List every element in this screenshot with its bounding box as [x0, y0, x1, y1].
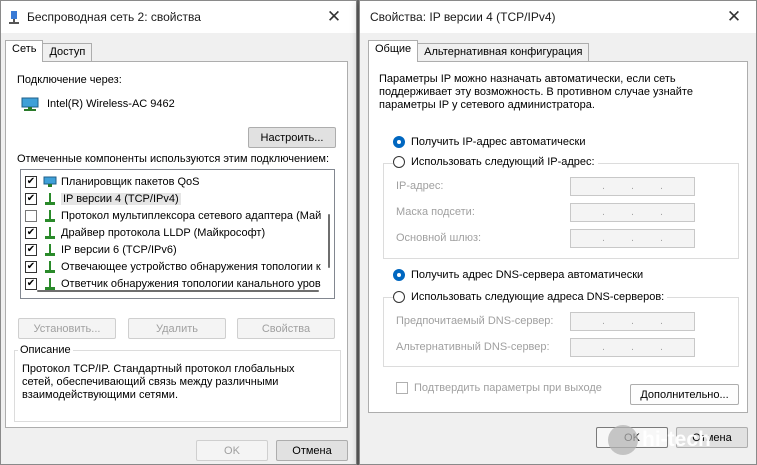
protocol-icon: [43, 226, 57, 239]
component-checkbox[interactable]: ✔: [25, 277, 37, 290]
list-item[interactable]: ✔ IP версии 6 (TCP/IPv6): [25, 241, 177, 258]
vertical-scrollbar[interactable]: [326, 174, 332, 278]
advanced-button[interactable]: Дополнительно...: [630, 384, 739, 405]
component-label: IP версии 6 (TCP/IPv6): [61, 243, 177, 256]
validate-checkbox[interactable]: Подтвердить параметры при выходе: [396, 382, 605, 394]
alternate-dns-label: Альтернативный DNS-сервер:: [396, 341, 550, 353]
ip-manual-label: Использовать следующий IP-адрес:: [411, 156, 595, 168]
vertical-scroll-thumb[interactable]: [328, 214, 330, 268]
intro-line-1: Параметры IP можно назначать автоматичес…: [379, 73, 676, 85]
general-tab-panel: Параметры IP можно назначать автоматичес…: [368, 61, 748, 413]
alternate-dns-field[interactable]: ...: [570, 338, 695, 357]
component-checkbox[interactable]: [25, 209, 37, 222]
horizontal-scroll-thumb[interactable]: [37, 290, 319, 292]
component-label: Протокол мультиплексора сетевого адаптер…: [61, 209, 322, 222]
right-cancel-button[interactable]: Отмена: [676, 427, 748, 448]
intro-line-2: поддерживает эту возможность. В противно…: [379, 86, 693, 98]
ip-address-field[interactable]: ...: [570, 177, 695, 196]
tab-general[interactable]: Общие: [368, 40, 419, 62]
left-window-title: Беспроводная сеть 2: свойства: [27, 10, 201, 24]
protocol-icon: [43, 277, 57, 290]
component-checkbox[interactable]: ✔: [25, 260, 37, 273]
ip-auto-label: Получить IP-адрес автоматически: [411, 136, 586, 148]
list-item[interactable]: Протокол мультиплексора сетевого адаптер…: [25, 207, 321, 224]
radio-selected-indicator: [393, 269, 405, 281]
component-label: Ответчик обнаружения топологии канальног…: [61, 277, 321, 290]
network-tab-panel: Подключение через: Intel(R) Wireless-AC …: [5, 61, 348, 428]
gateway-label: Основной шлюз:: [396, 232, 482, 244]
component-checkbox[interactable]: ✔: [25, 243, 37, 256]
configure-button[interactable]: Настроить...: [248, 127, 336, 148]
dns-manual-radio[interactable]: Использовать следующие адреса DNS-сервер…: [393, 291, 668, 303]
left-cancel-button[interactable]: Отмена: [276, 440, 348, 461]
connect-using-label: Подключение через:: [17, 74, 122, 86]
description-line-2: сетей, обеспечивающий связь между различ…: [22, 376, 279, 388]
right-close-button[interactable]: ✕: [722, 5, 746, 29]
preferred-dns-field[interactable]: ...: [570, 312, 695, 331]
ip-manual-radio[interactable]: Использовать следующий IP-адрес:: [393, 156, 598, 168]
list-item[interactable]: ✔ Драйвер протокола LLDP (Майкрософт): [25, 224, 265, 241]
protocol-icon: [43, 192, 57, 205]
wifi-adapter-icon: [7, 10, 21, 24]
left-titlebar: Беспроводная сеть 2: свойства ✕: [1, 1, 356, 33]
components-list[interactable]: ✔ Планировщик пакетов QoS ✔ IP версии 4 …: [20, 169, 335, 299]
protocol-icon: [43, 209, 57, 222]
protocol-icon: [43, 260, 57, 273]
intro-line-3: параметры IP у сетевого администратора.: [379, 99, 595, 111]
radio-unselected-indicator: [393, 156, 405, 168]
network-adapter-icon: [21, 97, 39, 111]
component-label: Планировщик пакетов QoS: [61, 175, 200, 188]
dns-auto-radio[interactable]: Получить адрес DNS-сервера автоматически: [393, 269, 647, 281]
left-tabs: Сеть Доступ: [5, 40, 93, 62]
left-ok-button[interactable]: OK: [196, 440, 268, 461]
subnet-mask-field[interactable]: ...: [570, 203, 695, 222]
description-line-3: взаимодействующими сетями.: [22, 389, 179, 401]
ip-address-label: IP-адрес:: [396, 180, 444, 192]
ip-auto-radio[interactable]: Получить IP-адрес автоматически: [393, 136, 589, 148]
right-window-title: Свойства: IP версии 4 (TCP/IPv4): [370, 10, 556, 24]
components-label: Отмеченные компоненты используются этим …: [17, 153, 330, 165]
right-ok-button[interactable]: OK: [596, 427, 668, 448]
adapter-properties-window: Беспроводная сеть 2: свойства ✕ Сеть Дос…: [0, 0, 357, 465]
description-line-1: Протокол TCP/IP. Стандартный протокол гл…: [22, 363, 295, 375]
adapter-name: Intel(R) Wireless-AC 9462: [47, 98, 175, 110]
gateway-field[interactable]: ...: [570, 229, 695, 248]
install-button[interactable]: Установить...: [18, 318, 116, 339]
left-close-button[interactable]: ✕: [322, 5, 346, 29]
component-checkbox[interactable]: ✔: [25, 226, 37, 239]
list-item[interactable]: ✔ Планировщик пакетов QoS: [25, 173, 200, 190]
radio-unselected-indicator: [393, 291, 405, 303]
tab-network[interactable]: Сеть: [5, 40, 44, 62]
properties-button[interactable]: Свойства: [237, 318, 335, 339]
list-item[interactable]: ✔ Отвечающее устройство обнаружения топо…: [25, 258, 321, 275]
component-label: Отвечающее устройство обнаружения тополо…: [61, 260, 321, 273]
right-titlebar: Свойства: IP версии 4 (TCP/IPv4) ✕: [360, 1, 756, 33]
radio-selected-indicator: [393, 136, 405, 148]
dns-auto-label: Получить адрес DNS-сервера автоматически: [411, 269, 644, 281]
tab-sharing[interactable]: Доступ: [42, 43, 93, 62]
component-label: IP версии 4 (TCP/IPv4): [61, 192, 181, 205]
component-checkbox[interactable]: ✔: [25, 192, 37, 205]
uninstall-button[interactable]: Удалить: [128, 318, 226, 339]
network-service-icon: [43, 176, 57, 188]
protocol-icon: [43, 243, 57, 256]
ipv4-properties-window: Свойства: IP версии 4 (TCP/IPv4) ✕ Общие…: [359, 0, 757, 465]
preferred-dns-label: Предпочитаемый DNS-сервер:: [396, 315, 554, 327]
component-label: Драйвер протокола LLDP (Майкрософт): [61, 226, 266, 239]
right-tabs: Общие Альтернативная конфигурация: [368, 40, 590, 62]
component-checkbox[interactable]: ✔: [25, 175, 37, 188]
validate-checkbox-box[interactable]: [396, 382, 408, 394]
dns-manual-label: Использовать следующие адреса DNS-сервер…: [411, 291, 665, 303]
tab-alternate-config[interactable]: Альтернативная конфигурация: [417, 43, 590, 62]
subnet-mask-label: Маска подсети:: [396, 206, 475, 218]
validate-checkbox-label: Подтвердить параметры при выходе: [414, 382, 602, 394]
description-title: Описание: [18, 344, 73, 356]
list-item[interactable]: ✔ IP версии 4 (TCP/IPv4): [25, 190, 181, 207]
